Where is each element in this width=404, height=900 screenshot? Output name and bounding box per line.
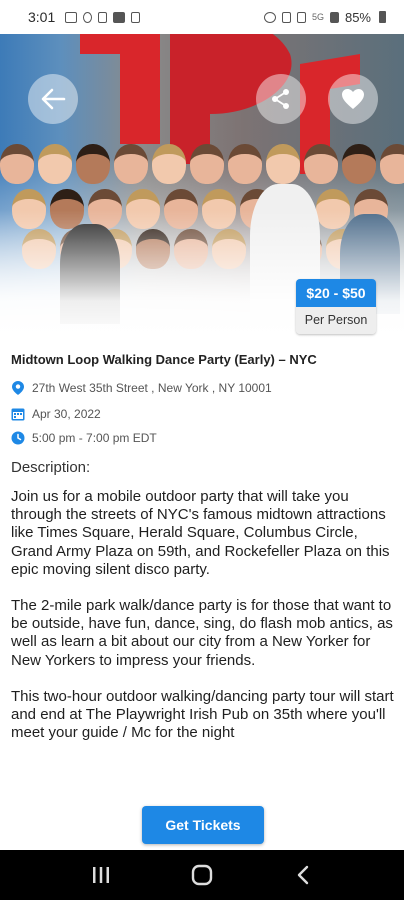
event-address: 27th West 35th Street , New York , NY 10… (32, 381, 272, 395)
price-range: $20 - $50 (296, 279, 376, 307)
signal-icon (329, 11, 339, 23)
image-icon (113, 11, 126, 23)
event-time: 5:00 pm - 7:00 pm EDT (32, 431, 157, 445)
cloud-icon (131, 11, 141, 23)
back-button[interactable] (28, 74, 78, 124)
description-paragraph: The 2-mile park walk/dance party is for … (11, 597, 393, 669)
share-icon (272, 89, 289, 109)
event-date-row: Apr 30, 2022 (11, 407, 101, 421)
crowd-image (0, 144, 404, 184)
calendar-icon (11, 407, 25, 421)
recents-icon (92, 867, 109, 883)
location-pin-icon (11, 381, 25, 395)
notification-icon (98, 11, 108, 23)
recents-button[interactable] (81, 855, 121, 895)
message-icon (65, 11, 78, 23)
price-badge: $20 - $50 Per Person (296, 279, 376, 334)
status-time: 3:01 (28, 9, 56, 25)
get-tickets-button[interactable]: Get Tickets (142, 806, 264, 844)
event-title: Midtown Loop Walking Dance Party (Early)… (11, 352, 317, 367)
favorite-button[interactable] (328, 74, 378, 124)
status-bar: 3:01 5G 85% (0, 0, 404, 34)
price-unit: Per Person (296, 307, 376, 334)
event-hero-image: $20 - $50 Per Person (0, 34, 404, 340)
description-body: Join us for a mobile outdoor party that … (11, 488, 397, 760)
mute-icon (281, 11, 291, 23)
back-chevron-icon (298, 865, 309, 885)
event-time-row: 5:00 pm - 7:00 pm EDT (11, 431, 157, 445)
sync-icon (263, 11, 276, 23)
notification-icon (83, 11, 93, 23)
home-icon (191, 864, 213, 886)
heart-icon (342, 89, 364, 109)
clock-icon (11, 431, 25, 445)
system-back-button[interactable] (283, 855, 323, 895)
home-button[interactable] (182, 855, 222, 895)
arrow-left-icon (41, 88, 66, 110)
share-button[interactable] (256, 74, 306, 124)
description-paragraph: Join us for a mobile outdoor party that … (11, 488, 390, 578)
description-heading: Description: (11, 459, 91, 476)
battery-icon (379, 11, 386, 23)
battery-level: 85% (344, 9, 371, 25)
wifi-icon (296, 11, 306, 23)
description-paragraph: This two-hour outdoor walking/dancing pa… (11, 687, 394, 742)
system-navigation-bar (0, 850, 404, 900)
event-address-row: 27th West 35th Street , New York , NY 10… (11, 381, 272, 395)
network-type: 5G (311, 12, 324, 22)
event-date: Apr 30, 2022 (32, 407, 101, 421)
